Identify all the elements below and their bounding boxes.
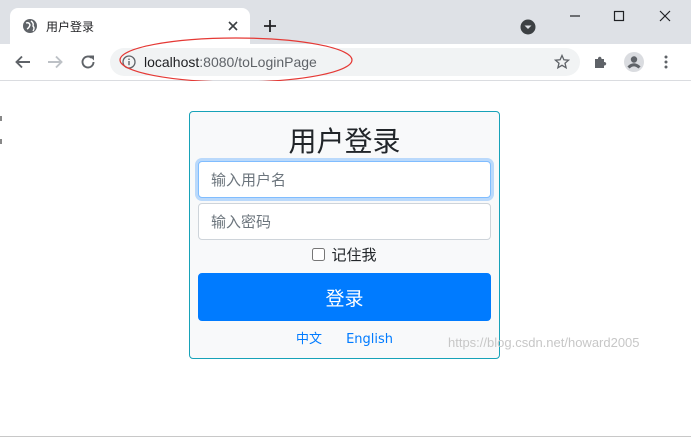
remember-label[interactable]: 记住我 — [331, 246, 376, 264]
tab-search-icon[interactable] — [520, 19, 536, 35]
star-icon[interactable] — [554, 54, 570, 70]
url-host: localhost — [144, 54, 200, 70]
page-title: 用户登录 — [288, 125, 401, 158]
minimize-icon[interactable] — [565, 8, 585, 24]
remember-row: 记住我 — [190, 244, 499, 265]
more-vert-icon[interactable] — [660, 54, 672, 70]
username-field[interactable] — [198, 161, 491, 198]
remember-checkbox[interactable] — [312, 248, 326, 261]
tab-title: 用户登录 — [46, 20, 95, 34]
reload-icon[interactable] — [79, 53, 97, 71]
url-text[interactable]: localhost:8080/toLoginPage — [144, 54, 317, 70]
globe-icon — [23, 19, 37, 33]
page-viewport: 用户登录 记住我 登录 中文 English — [0, 81, 691, 443]
lang-en-link[interactable]: English — [346, 332, 393, 347]
window-close-icon[interactable] — [655, 8, 675, 24]
password-field[interactable] — [198, 203, 491, 240]
info-icon[interactable] — [122, 55, 136, 69]
account-icon[interactable] — [624, 52, 644, 72]
login-button[interactable]: 登录 — [198, 273, 491, 321]
left-edge-marks — [0, 116, 2, 144]
plus-icon[interactable] — [262, 18, 278, 34]
forward-arrow-icon[interactable] — [46, 53, 64, 71]
tab-login[interactable]: 用户登录 — [10, 8, 250, 44]
back-arrow-icon[interactable] — [14, 53, 32, 71]
tab-strip: 用户登录 — [0, 0, 691, 44]
puzzle-icon[interactable] — [593, 54, 609, 70]
login-card: 用户登录 记住我 登录 中文 English — [189, 111, 500, 359]
lang-zh-link[interactable]: 中文 — [296, 332, 322, 347]
browser-toolbar: localhost:8080/toLoginPage — [0, 44, 691, 81]
maximize-icon[interactable] — [609, 8, 629, 24]
address-bar[interactable]: localhost:8080/toLoginPage — [110, 48, 580, 76]
watermark: https://blog.csdn.net/howard2005 — [448, 335, 640, 350]
url-path: :8080/toLoginPage — [199, 54, 317, 70]
close-icon[interactable] — [226, 19, 240, 33]
